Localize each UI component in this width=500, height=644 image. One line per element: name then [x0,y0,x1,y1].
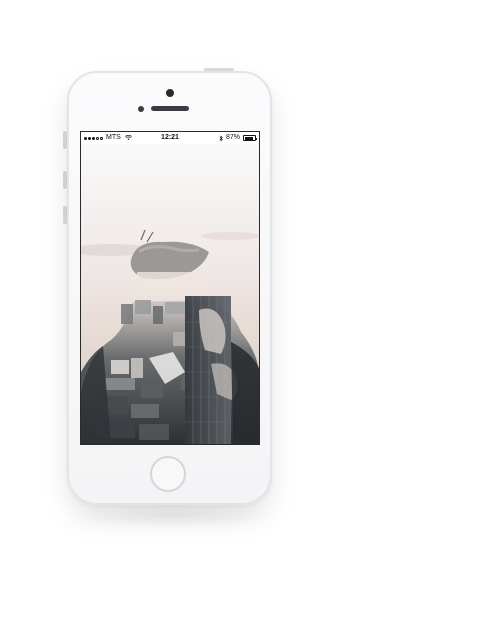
mockup-stage: MTS 12:21 87% [0,0,500,644]
proximity-sensor-icon [138,106,144,112]
battery-percent: 87% [225,134,240,141]
battery-fill [244,136,254,140]
battery-icon [243,135,257,141]
bluetooth-icon [219,134,223,142]
front-camera-icon [166,89,174,97]
wallpaper-photo [81,132,259,444]
status-bar-right: 87% [219,132,257,144]
phone-screen[interactable]: MTS 12:21 87% [80,131,260,445]
status-bar: MTS 12:21 87% [81,132,259,144]
earpiece-speaker-icon [151,106,189,111]
home-button[interactable] [150,456,186,492]
